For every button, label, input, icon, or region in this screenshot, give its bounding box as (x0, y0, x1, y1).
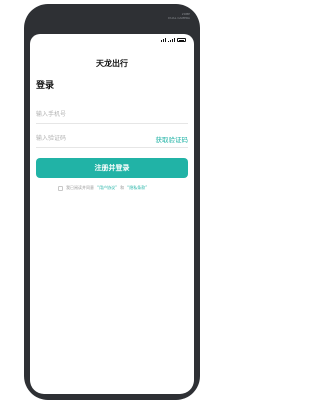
wifi-icon (161, 38, 166, 42)
camera-label: 20MP DUAL CAMERA (156, 12, 190, 22)
agreement-checkbox[interactable] (58, 185, 63, 191)
phone-input[interactable] (36, 106, 136, 122)
privacy-policy-link[interactable]: “隐私条款” (127, 185, 147, 191)
get-code-button[interactable]: 获取验证码 (156, 134, 189, 144)
device-mockup: 20MP DUAL CAMERA 天龙出行 登录 输入手机号 输入验证码 获取验… (0, 0, 225, 400)
agreement-and: 和 (120, 185, 125, 190)
register-login-button[interactable]: 注册并登录 (36, 158, 188, 178)
phone-field (36, 106, 188, 124)
signal-icon (168, 38, 175, 42)
login-heading: 登录 (36, 81, 55, 91)
battery-icon (177, 38, 186, 42)
status-icons (161, 38, 186, 42)
agreement-prefix: 我已阅读并同意 (66, 185, 94, 190)
code-field: 获取验证码 (36, 130, 188, 148)
camera-label-bottom: DUAL CAMERA (168, 16, 190, 20)
page-title: 天龙出行 (96, 59, 128, 68)
app-screen: 天龙出行 登录 获取验证码 注册并登录 我已阅读并同意 “用户协议” 和 “隐私… (30, 34, 194, 394)
privacy-policy-text: 隐私条款 (129, 185, 146, 190)
status-bar (30, 34, 194, 48)
agreement-row: 我已阅读并同意 “用户协议” 和 “隐私条款” (58, 185, 147, 191)
user-agreement-link[interactable]: “用户协议” (97, 185, 117, 191)
verification-code-input[interactable] (36, 130, 136, 146)
user-agreement-text: 用户协议 (99, 185, 116, 190)
